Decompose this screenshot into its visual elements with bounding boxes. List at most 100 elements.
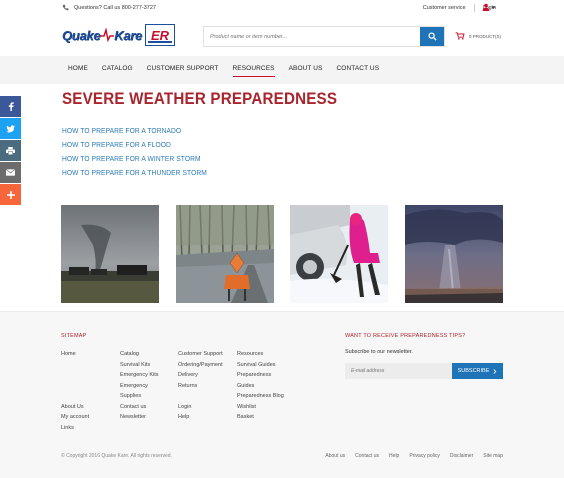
- sitemap-link[interactable]: Links: [61, 423, 89, 434]
- cart[interactable]: 0 PRODUCT(S): [455, 32, 501, 40]
- sitemap-link[interactable]: Home: [61, 349, 89, 360]
- thunderstorm-photo[interactable]: [405, 205, 503, 303]
- guide-link[interactable]: HOW TO PREPARE FOR A TORNADO: [62, 125, 207, 139]
- sitemap-link[interactable]: Emergency Kits: [120, 370, 159, 381]
- logo-er: ER: [144, 24, 175, 46]
- logo-text-2: Kare: [114, 27, 142, 43]
- ecg-icon: [100, 28, 115, 42]
- sitemap-link[interactable]: About Us: [61, 402, 89, 413]
- sitemap-link: [61, 391, 89, 402]
- flood-image: [176, 205, 274, 303]
- sitemap-link[interactable]: Catalog: [120, 349, 159, 360]
- twitter-icon: [6, 124, 15, 132]
- sitemap-link: [61, 360, 89, 371]
- sitemap-col-3: Customer Support Ordering/Payment Delivery…: [178, 349, 223, 423]
- more-share[interactable]: [0, 184, 21, 205]
- nav-item-resources[interactable]: RESOURCES: [232, 65, 275, 77]
- legal-link[interactable]: Contact us: [355, 453, 379, 459]
- sitemap-link[interactable]: Supplies: [120, 391, 159, 402]
- email-input[interactable]: [345, 363, 452, 379]
- legal-link[interactable]: Disclaimer: [450, 453, 473, 459]
- legal-links: About us Contact us Help Privacy policy Disc…: [325, 453, 503, 459]
- subscribe-label: SUBSCRIBE: [457, 368, 490, 374]
- nav-item-home[interactable]: HOME: [68, 65, 88, 72]
- facebook-share[interactable]: [0, 96, 21, 117]
- email-icon: [6, 169, 15, 176]
- nav-item-contact-us[interactable]: CONTACT US: [337, 65, 380, 72]
- sitemap-link[interactable]: Survival Kits: [120, 360, 159, 371]
- sitemap-link[interactable]: Login: [178, 402, 223, 413]
- sitemap-link[interactable]: Customer Support: [178, 349, 223, 360]
- print-icon: [6, 146, 15, 155]
- logo-text: Quake: [62, 27, 101, 43]
- sitemap-link[interactable]: Contact us: [120, 402, 159, 413]
- flood-photo[interactable]: [176, 205, 274, 303]
- sitemap-link[interactable]: Help: [178, 412, 223, 423]
- sitemap-link: [61, 370, 89, 381]
- legal-link[interactable]: Site map: [483, 453, 503, 459]
- sitemap-heading: SITEMAP: [61, 333, 87, 339]
- copyright: © Copyright 2016 Quake Kare. All rights …: [61, 453, 172, 459]
- sitemap-col-2: Catalog Survival Kits Emergency Kits Emerge…: [120, 349, 159, 423]
- sitemap-col-4: Resources Survival Guides Preparedness Guid…: [237, 349, 284, 423]
- nav-item-catalog[interactable]: CATALOG: [102, 65, 133, 72]
- sitemap-link[interactable]: Newsletter: [120, 412, 159, 423]
- sitemap-link[interactable]: Preparedness: [237, 370, 284, 381]
- sitemap-link[interactable]: Guides: [237, 381, 284, 392]
- guide-link[interactable]: HOW TO PREPARE FOR A FLOOD: [62, 139, 207, 153]
- legal-link[interactable]: Privacy policy: [409, 453, 440, 459]
- facebook-icon: [8, 102, 14, 111]
- chevron-down-icon: [491, 6, 496, 9]
- sitemap-link[interactable]: Basket: [237, 412, 284, 423]
- user-menu[interactable]: [482, 3, 496, 11]
- print-share[interactable]: [0, 140, 21, 161]
- sitemap-link[interactable]: Returns: [178, 381, 223, 392]
- sitemap-link[interactable]: Resources: [237, 349, 284, 360]
- plus-icon: [6, 190, 15, 199]
- sitemap-link[interactable]: Delivery: [178, 370, 223, 381]
- chevron-right-icon: [493, 368, 497, 374]
- subscribe-form: SUBSCRIBE: [345, 363, 503, 379]
- footer: SITEMAP Home About Us My account Links Cata…: [0, 311, 564, 478]
- sitemap-link[interactable]: Preparedness Blog: [237, 391, 284, 402]
- main-nav: HOME CATALOG CUSTOMER SUPPORT RESOURCES ABOU…: [0, 56, 564, 84]
- sitemap-link[interactable]: Emergency: [120, 381, 159, 392]
- guide-link[interactable]: HOW TO PREPARE FOR A WINTER STORM: [62, 153, 207, 167]
- share-rail: [0, 96, 21, 206]
- winter-storm-photo[interactable]: [290, 205, 388, 303]
- tips-heading: WANT TO RECEIVE PREPAREDNESS TIPS?: [345, 333, 466, 339]
- sitemap-link[interactable]: Survival Guides: [237, 360, 284, 371]
- sitemap-link[interactable]: My account: [61, 412, 89, 423]
- sitemap-link[interactable]: Wishlist: [237, 402, 284, 413]
- logo[interactable]: Quake Kare ER: [62, 23, 194, 47]
- tornado-image: [61, 205, 159, 303]
- photo-row: [61, 205, 503, 303]
- subscribe-button[interactable]: SUBSCRIBE: [452, 363, 503, 379]
- cart-count: 0 PRODUCT(S): [469, 33, 502, 39]
- guide-link[interactable]: HOW TO PREPARE FOR A THUNDER STORM: [62, 167, 207, 181]
- thunderstorm-image: [405, 205, 503, 303]
- sitemap-link: [61, 381, 89, 392]
- search-icon: [427, 32, 437, 41]
- phone-info: Questions? Call us 800-277-3727: [62, 4, 156, 11]
- subscribe-text: Subscribe to our newsletter.: [345, 349, 413, 355]
- twitter-share[interactable]: [0, 118, 21, 139]
- sitemap-link: [178, 391, 223, 402]
- customer-service-link[interactable]: Customer service: [423, 5, 466, 11]
- cart-icon: [455, 32, 465, 40]
- sitemap-col-1: Home About Us My account Links: [61, 349, 89, 433]
- search-button[interactable]: [420, 27, 444, 46]
- legal-link[interactable]: Help: [389, 453, 399, 459]
- guide-links: HOW TO PREPARE FOR A TORNADO HOW TO PREPA…: [62, 125, 215, 181]
- search-bar: [203, 26, 445, 47]
- sitemap-link[interactable]: Ordering/Payment: [178, 360, 223, 371]
- nav-item-about-us[interactable]: ABOUT US: [289, 65, 323, 72]
- top-bar: Questions? Call us 800-277-3727 Customer…: [0, 0, 564, 16]
- phone-icon: [62, 4, 69, 11]
- tornado-photo[interactable]: [61, 205, 159, 303]
- nav-item-customer-support[interactable]: CUSTOMER SUPPORT: [147, 65, 219, 72]
- search-input[interactable]: [204, 27, 420, 46]
- email-share[interactable]: [0, 162, 21, 183]
- legal-link[interactable]: About us: [325, 453, 345, 459]
- user-icon: [482, 3, 490, 11]
